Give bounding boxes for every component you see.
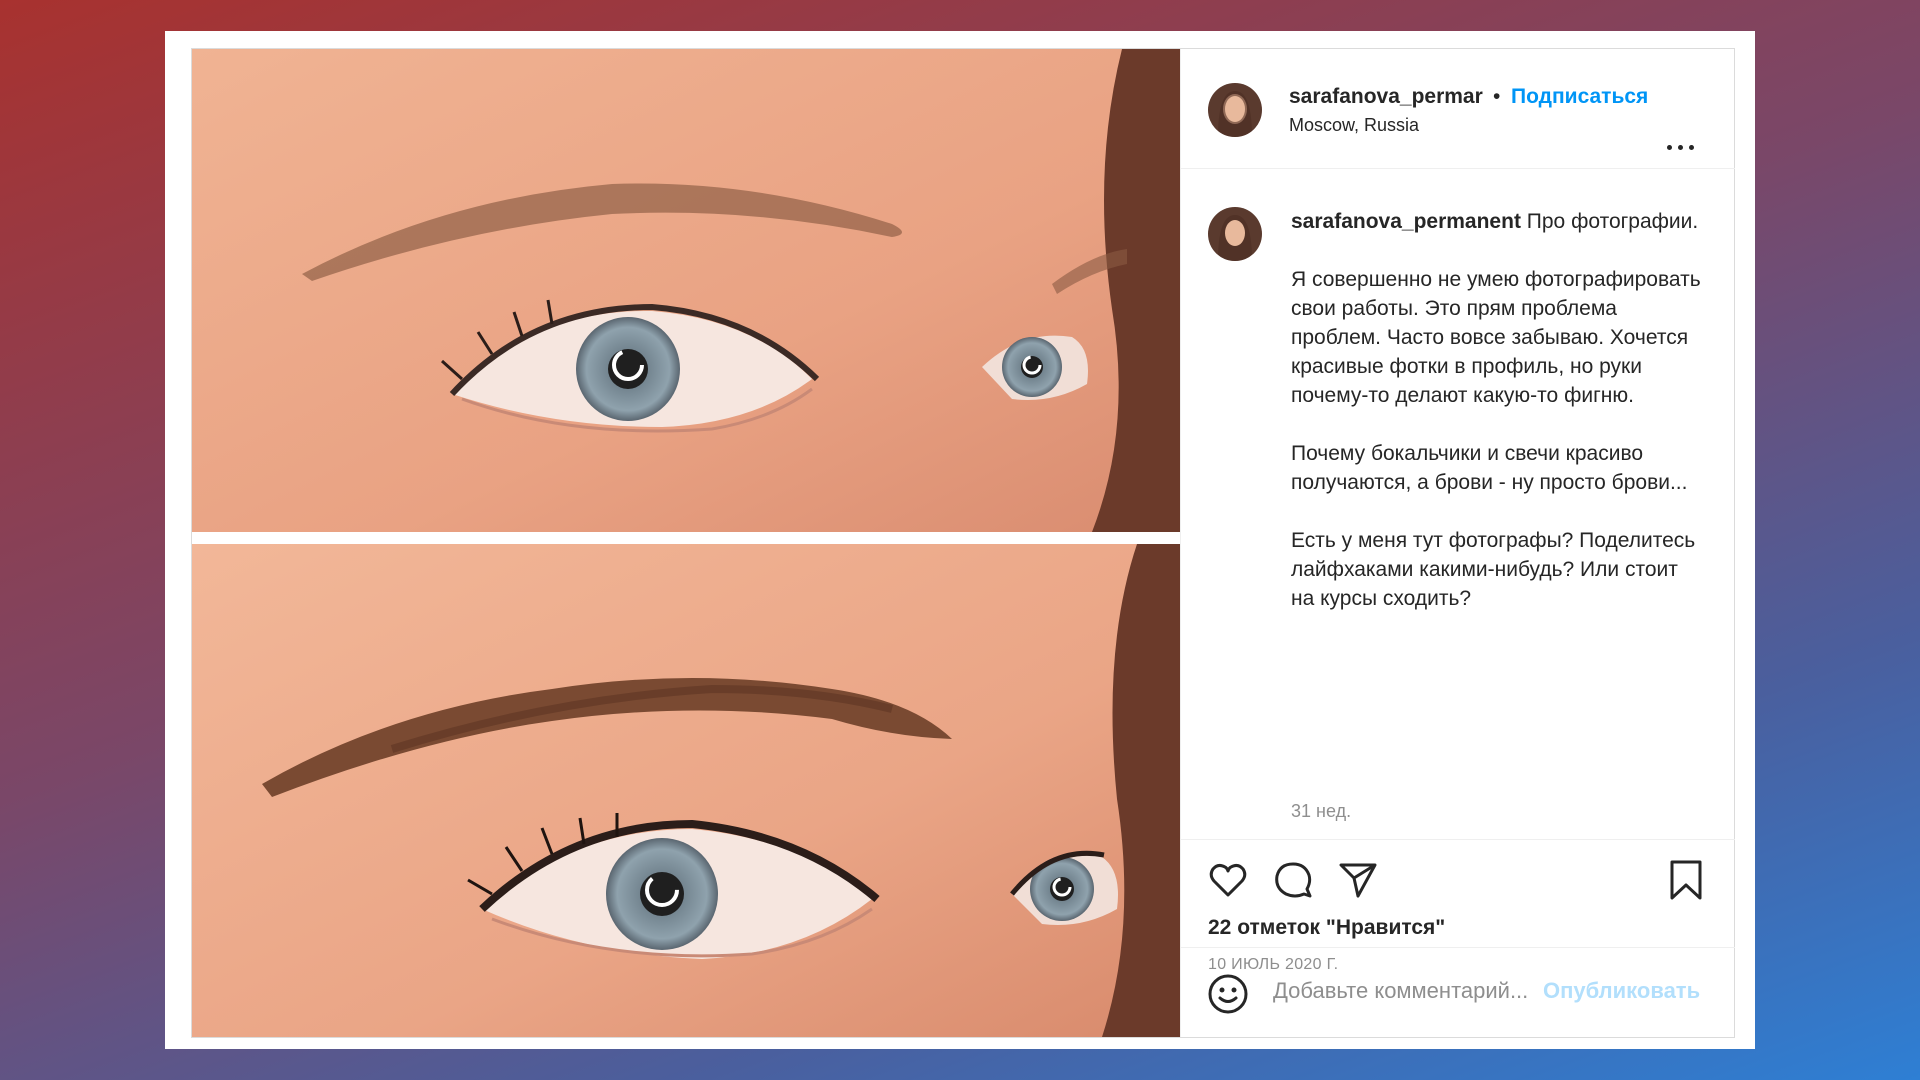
avatar-image <box>1208 207 1262 261</box>
before-photo <box>192 49 1180 532</box>
caption-paragraph: Почему бокальчики и свечи красиво получа… <box>1291 442 1688 494</box>
likes-count[interactable]: 22 отметок "Нравится" <box>1208 916 1445 940</box>
caption-paragraph: Я совершенно не умею фотографировать сво… <box>1291 268 1701 407</box>
heart-icon[interactable] <box>1206 858 1250 902</box>
follow-button[interactable]: Подписаться <box>1511 85 1648 109</box>
comment-bar: Добавьте комментарий... Опубликовать <box>1181 947 1735 1037</box>
comment-input[interactable]: Добавьте комментарий... <box>1273 978 1528 1004</box>
caption-author-avatar[interactable] <box>1208 207 1262 261</box>
post-sidebar: sarafanova_permar • Подписаться Moscow, … <box>1180 49 1735 1037</box>
avatar-image <box>1208 83 1262 137</box>
before-after-eyebrow-photo <box>192 49 1180 1037</box>
comment-icon[interactable] <box>1271 858 1315 902</box>
author-avatar[interactable] <box>1208 83 1262 137</box>
separator-dot: • <box>1493 85 1501 108</box>
caption-intro: Про фотографии. <box>1526 210 1699 233</box>
caption-timestamp[interactable]: 31 нед. <box>1291 801 1351 822</box>
after-photo <box>192 544 1180 1037</box>
post-caption: sarafanova_permanent Про фотографии. Я с… <box>1291 207 1701 642</box>
instagram-post: sarafanova_permar • Подписаться Moscow, … <box>191 48 1735 1038</box>
caption-username[interactable]: sarafanova_permanent <box>1291 210 1521 233</box>
publish-button[interactable]: Опубликовать <box>1543 978 1700 1004</box>
post-location[interactable]: Moscow, Russia <box>1289 115 1419 136</box>
caption-paragraph: Есть у меня тут фотографы? Поделитесь ла… <box>1291 529 1696 610</box>
author-username[interactable]: sarafanova_permar <box>1289 85 1483 109</box>
caption-intro-paragraph: sarafanova_permanent Про фотографии. <box>1291 207 1701 236</box>
post-header: sarafanova_permar • Подписаться Moscow, … <box>1181 49 1735 169</box>
post-photo[interactable] <box>192 49 1180 1037</box>
share-icon[interactable] <box>1336 858 1380 902</box>
bookmark-icon[interactable] <box>1664 858 1708 902</box>
smiley-icon[interactable] <box>1206 972 1250 1016</box>
more-horizontal-icon[interactable] <box>1667 141 1697 153</box>
